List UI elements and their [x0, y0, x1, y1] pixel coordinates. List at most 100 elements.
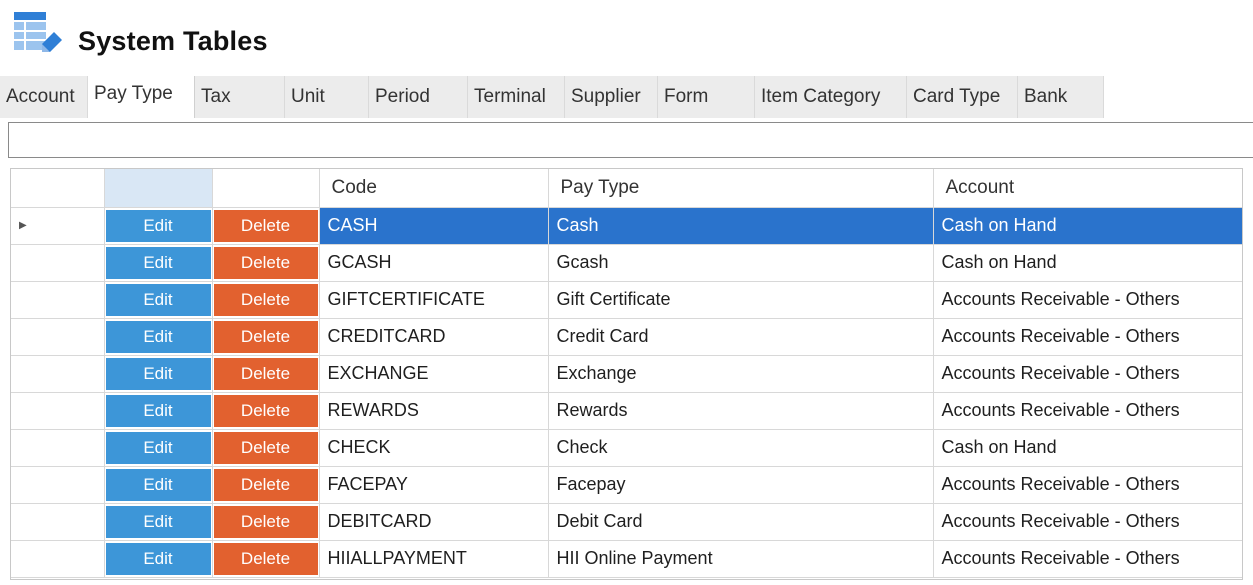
code-cell[interactable]: CHECK: [319, 429, 549, 467]
row-indicator[interactable]: [11, 392, 105, 430]
account-cell[interactable]: Cash on Hand: [933, 244, 1242, 282]
tab-tax[interactable]: Tax: [195, 76, 285, 118]
pay-type-column-header[interactable]: Pay Type: [548, 169, 934, 208]
delete-button[interactable]: Delete: [213, 542, 318, 575]
code-cell[interactable]: FACEPAY: [319, 466, 549, 504]
edit-button[interactable]: Edit: [105, 431, 211, 464]
delete-cell: Delete: [212, 318, 320, 356]
edit-button[interactable]: Edit: [105, 542, 211, 575]
edit-button[interactable]: Edit: [105, 320, 211, 353]
tab-terminal[interactable]: Terminal: [468, 76, 565, 118]
table-row[interactable]: Edit Delete REWARDS Rewards Accounts Receiva…: [11, 392, 1242, 430]
edit-column-header[interactable]: [104, 169, 213, 208]
delete-cell: Delete: [212, 429, 320, 467]
edit-button[interactable]: Edit: [105, 209, 211, 242]
pay-type-cell[interactable]: Exchange: [548, 355, 934, 393]
code-cell[interactable]: CREDITCARD: [319, 318, 549, 356]
delete-button[interactable]: Delete: [213, 505, 318, 538]
table-row[interactable]: Edit Delete EXCHANGE Exchange Accounts Recei…: [11, 355, 1242, 393]
table-row[interactable]: Edit Delete HIIALLPAYMENT HII Online Paymen…: [11, 540, 1242, 578]
delete-button[interactable]: Delete: [213, 357, 318, 390]
tab-form[interactable]: Form: [658, 76, 755, 118]
delete-button[interactable]: Delete: [213, 320, 318, 353]
account-cell[interactable]: Accounts Receivable - Others: [933, 281, 1242, 319]
row-indicator[interactable]: [11, 466, 105, 504]
delete-button[interactable]: Delete: [213, 431, 318, 464]
account-cell[interactable]: Cash on Hand: [933, 429, 1242, 467]
code-cell[interactable]: EXCHANGE: [319, 355, 549, 393]
account-cell[interactable]: Accounts Receivable - Others: [933, 392, 1242, 430]
tab-account[interactable]: Account: [0, 76, 88, 118]
edit-button[interactable]: Edit: [105, 283, 211, 316]
code-cell[interactable]: GIFTCERTIFICATE: [319, 281, 549, 319]
account-column-header[interactable]: Account: [933, 169, 1242, 208]
grid-header-row: Code Pay Type Account: [11, 169, 1242, 208]
pay-type-cell[interactable]: Gcash: [548, 244, 934, 282]
delete-cell: Delete: [212, 355, 320, 393]
tab-pay-type[interactable]: Pay Type: [88, 76, 195, 118]
tab-bar: Account Pay Type Tax Unit Period Termina…: [0, 76, 1253, 118]
row-indicator[interactable]: ▶: [11, 207, 105, 245]
tab-bar-fill: [1104, 76, 1253, 118]
tab-bank[interactable]: Bank: [1018, 76, 1104, 118]
account-cell[interactable]: Accounts Receivable - Others: [933, 466, 1242, 504]
grid-body: ▶ Edit Delete CASH Cash Cash on Hand Edit Delet…: [11, 207, 1242, 578]
delete-cell: Delete: [212, 207, 320, 245]
delete-cell: Delete: [212, 540, 320, 578]
edit-button[interactable]: Edit: [105, 246, 211, 279]
row-indicator[interactable]: [11, 281, 105, 319]
edit-button[interactable]: Edit: [105, 394, 211, 427]
pay-type-cell[interactable]: Facepay: [548, 466, 934, 504]
code-cell[interactable]: REWARDS: [319, 392, 549, 430]
table-row[interactable]: Edit Delete CHECK Check Cash on Hand: [11, 429, 1242, 467]
page-title: System Tables: [78, 26, 268, 56]
table-row[interactable]: Edit Delete DEBITCARD Debit Card Accounts Re…: [11, 503, 1242, 541]
tab-item-category[interactable]: Item Category: [755, 76, 907, 118]
delete-button[interactable]: Delete: [213, 246, 318, 279]
edit-button[interactable]: Edit: [105, 505, 211, 538]
edit-cell: Edit: [104, 466, 213, 504]
tab-card-type[interactable]: Card Type: [907, 76, 1018, 118]
delete-cell: Delete: [212, 281, 320, 319]
row-indicator[interactable]: [11, 503, 105, 541]
code-cell[interactable]: HIIALLPAYMENT: [319, 540, 549, 578]
row-indicator[interactable]: [11, 318, 105, 356]
delete-button[interactable]: Delete: [213, 394, 318, 427]
pay-type-cell[interactable]: Check: [548, 429, 934, 467]
delete-button[interactable]: Delete: [213, 468, 318, 501]
tab-supplier[interactable]: Supplier: [565, 76, 658, 118]
pay-type-cell[interactable]: Cash: [548, 207, 934, 245]
delete-button[interactable]: Delete: [213, 283, 318, 316]
tab-unit[interactable]: Unit: [285, 76, 369, 118]
table-row[interactable]: Edit Delete GIFTCERTIFICATE Gift Certificat…: [11, 281, 1242, 319]
account-cell[interactable]: Accounts Receivable - Others: [933, 318, 1242, 356]
table-edit-icon: [14, 12, 62, 52]
pay-type-cell[interactable]: Rewards: [548, 392, 934, 430]
table-row[interactable]: Edit Delete GCASH Gcash Cash on Hand: [11, 244, 1242, 282]
code-cell[interactable]: GCASH: [319, 244, 549, 282]
row-indicator[interactable]: [11, 540, 105, 578]
table-row[interactable]: Edit Delete FACEPAY Facepay Accounts Receiva…: [11, 466, 1242, 504]
table-row[interactable]: Edit Delete CREDITCARD Credit Card Accounts …: [11, 318, 1242, 356]
delete-button[interactable]: Delete: [213, 209, 318, 242]
row-indicator[interactable]: [11, 355, 105, 393]
edit-button[interactable]: Edit: [105, 468, 211, 501]
tab-period[interactable]: Period: [369, 76, 468, 118]
code-cell[interactable]: DEBITCARD: [319, 503, 549, 541]
account-cell[interactable]: Accounts Receivable - Others: [933, 540, 1242, 578]
pay-type-cell[interactable]: Credit Card: [548, 318, 934, 356]
pay-type-cell[interactable]: HII Online Payment: [548, 540, 934, 578]
code-column-header[interactable]: Code: [319, 169, 549, 208]
account-cell[interactable]: Accounts Receivable - Others: [933, 355, 1242, 393]
row-indicator[interactable]: [11, 244, 105, 282]
pay-type-cell[interactable]: Debit Card: [548, 503, 934, 541]
search-input[interactable]: [8, 122, 1253, 158]
edit-button[interactable]: Edit: [105, 357, 211, 390]
pay-type-cell[interactable]: Gift Certificate: [548, 281, 934, 319]
account-cell[interactable]: Accounts Receivable - Others: [933, 503, 1242, 541]
account-cell[interactable]: Cash on Hand: [933, 207, 1242, 245]
table-row[interactable]: ▶ Edit Delete CASH Cash Cash on Hand: [11, 207, 1242, 245]
row-indicator[interactable]: [11, 429, 105, 467]
code-cell[interactable]: CASH: [319, 207, 549, 245]
delete-column-header[interactable]: [212, 169, 320, 208]
